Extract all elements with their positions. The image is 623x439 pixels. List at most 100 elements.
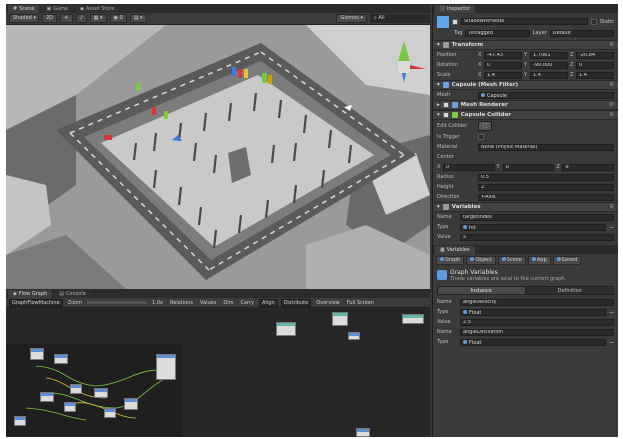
- scale-y-field[interactable]: 1.4: [530, 71, 568, 79]
- graph-unit-node[interactable]: [156, 354, 176, 380]
- mesh-filter-header[interactable]: ▾ Capsule (Mesh Filter) ⚙: [433, 80, 618, 90]
- scale-z-field[interactable]: 1.4: [576, 71, 614, 79]
- position-y-field[interactable]: 1.7061: [530, 51, 568, 59]
- graph-var-name-field[interactable]: angleVelocity: [460, 298, 614, 306]
- shading-mode-dropdown[interactable]: Shaded ▾: [9, 14, 39, 23]
- component-settings-icon[interactable]: ⚙: [609, 42, 614, 48]
- transform-header[interactable]: ▾ Transform ⚙: [433, 40, 618, 50]
- edit-collider-button[interactable]: ⛶: [478, 121, 492, 131]
- graph-var2-type-dropdown[interactable]: Float: [460, 338, 606, 346]
- scope-tab-saved[interactable]: Saved: [552, 256, 582, 265]
- graph-var-type-dropdown[interactable]: Float: [460, 308, 606, 316]
- rotation-x-field[interactable]: 0: [484, 61, 522, 69]
- graph-unit-node[interactable]: [356, 428, 370, 437]
- mode-2d-button[interactable]: 2D: [42, 14, 58, 23]
- position-x-field[interactable]: -47.43: [484, 51, 522, 59]
- graph-unit-node[interactable]: [124, 398, 138, 410]
- tab-game[interactable]: ▣ Game: [41, 4, 74, 13]
- active-checkbox[interactable]: [452, 18, 458, 25]
- graph-var2-name-field[interactable]: angleOscillation: [460, 328, 614, 336]
- values-toggle[interactable]: Values: [198, 300, 218, 306]
- center-z-field[interactable]: 0: [562, 163, 615, 171]
- scope-tab-object[interactable]: Object: [466, 256, 496, 265]
- full-screen-button[interactable]: Full Screen: [345, 300, 376, 306]
- capsule-collider-header[interactable]: ▾ Capsule Collider ⚙: [433, 110, 618, 120]
- tag-value: Untagged: [468, 29, 493, 36]
- layer-dropdown[interactable]: Default: [549, 29, 615, 37]
- mesh-renderer-header[interactable]: ▸ Mesh Renderer ⚙: [433, 100, 618, 110]
- component-settings-icon[interactable]: ⚙: [609, 102, 614, 108]
- mesh-renderer-enabled-checkbox[interactable]: [442, 102, 449, 108]
- graph-unit-node[interactable]: [348, 332, 360, 340]
- static-checkbox[interactable]: [590, 18, 597, 25]
- tab-scene[interactable]: # Scene: [8, 4, 40, 13]
- graph-breadcrumb[interactable]: GraphFlowMachine: [9, 298, 63, 307]
- scene-visibility-icon[interactable]: ◉ 0: [109, 14, 127, 23]
- tab-inspector[interactable]: ⓘ Inspector: [435, 4, 476, 13]
- tab-definition[interactable]: Definition: [525, 286, 614, 295]
- graph-unit-node[interactable]: [64, 402, 76, 412]
- is-trigger-checkbox[interactable]: [478, 134, 484, 140]
- tab-asset-store[interactable]: ◆ Asset Store: [75, 4, 120, 13]
- direction-dropdown[interactable]: Y-Axis: [478, 193, 614, 201]
- graph-unit-node[interactable]: [104, 408, 116, 418]
- component-settings-icon[interactable]: ⚙: [609, 204, 614, 210]
- height-field[interactable]: 2: [478, 183, 614, 191]
- component-settings-icon[interactable]: ⚙: [609, 82, 614, 88]
- tab-instance[interactable]: Instance: [437, 286, 526, 295]
- mesh-object-field[interactable]: Capsule: [478, 91, 614, 99]
- scene-viewport[interactable]: [6, 25, 430, 289]
- gizmos-dropdown[interactable]: Gizmos ▾: [336, 14, 367, 23]
- graph-unit-node[interactable]: [40, 392, 54, 402]
- graph-unit-node[interactable]: [402, 314, 424, 324]
- tag-dropdown[interactable]: Untagged: [465, 29, 530, 37]
- graph-unit-node[interactable]: [94, 388, 108, 398]
- lighting-toggle-icon[interactable]: ☀: [60, 14, 73, 23]
- rotation-y-field[interactable]: -90.000: [530, 61, 568, 69]
- radius-field[interactable]: 0.5: [478, 173, 614, 181]
- graph-unit-node[interactable]: [14, 416, 26, 426]
- graph-unit-node[interactable]: [276, 322, 296, 336]
- tab-flow-graph[interactable]: ◈ Flow Graph: [8, 289, 53, 298]
- remove-variable-icon[interactable]: −: [609, 339, 614, 346]
- scope-tab-app[interactable]: App: [527, 256, 551, 265]
- effects-toggle-icon[interactable]: ▦ ▾: [89, 14, 107, 23]
- graph-unit-node[interactable]: [70, 384, 82, 394]
- relations-toggle[interactable]: Relations: [168, 300, 195, 306]
- material-object-field[interactable]: None (Physic Material): [478, 143, 614, 151]
- zoom-slider[interactable]: [87, 301, 148, 304]
- variables-component-header[interactable]: ▾ Variables ⚙: [433, 202, 618, 212]
- overview-button[interactable]: Overview: [314, 300, 342, 306]
- position-z-field[interactable]: -20.84: [576, 51, 614, 59]
- capsule-collider-enabled-checkbox[interactable]: [442, 112, 449, 118]
- distribute-dropdown[interactable]: Distribute: [280, 298, 312, 307]
- component-settings-icon[interactable]: ⚙: [609, 112, 614, 118]
- rotation-label: Rotation: [437, 62, 458, 68]
- variable-type-label: Type: [437, 224, 449, 230]
- tab-console[interactable]: ▤ Console: [54, 289, 91, 298]
- tab-variables[interactable]: ▦ Variables: [435, 245, 475, 254]
- variable-value-field[interactable]: 5: [460, 233, 614, 241]
- variable-name-field[interactable]: targetIndex: [460, 213, 614, 221]
- carry-toggle[interactable]: Carry: [238, 300, 256, 306]
- graph-unit-node[interactable]: [54, 354, 68, 364]
- scene-search-input[interactable]: ⌕ All: [370, 14, 430, 23]
- remove-variable-icon[interactable]: −: [609, 309, 614, 316]
- scale-x-field[interactable]: 1.4: [484, 71, 522, 79]
- graph-unit-node[interactable]: [332, 312, 348, 326]
- variable-type-dropdown[interactable]: Int: [460, 223, 606, 231]
- object-name-field[interactable]: ShadowRtrNode: [461, 18, 588, 25]
- audio-toggle-icon[interactable]: ♪: [75, 14, 87, 23]
- scope-tab-scene[interactable]: Scene: [497, 256, 526, 265]
- graph-unit-node[interactable]: [30, 348, 44, 360]
- camera-settings-icon[interactable]: ▤ ▾: [129, 14, 147, 23]
- center-x-field[interactable]: 0: [443, 163, 495, 171]
- scope-tab-graph[interactable]: Graph: [436, 256, 465, 265]
- center-y-field[interactable]: 0: [502, 163, 555, 171]
- remove-variable-icon[interactable]: −: [609, 224, 614, 231]
- rotation-z-field[interactable]: 0: [576, 61, 614, 69]
- flow-graph-canvas[interactable]: [6, 308, 430, 437]
- align-dropdown[interactable]: Align: [259, 298, 278, 307]
- dim-toggle[interactable]: Dim: [221, 300, 235, 306]
- graph-var-value-field[interactable]: 2.5: [460, 318, 614, 326]
